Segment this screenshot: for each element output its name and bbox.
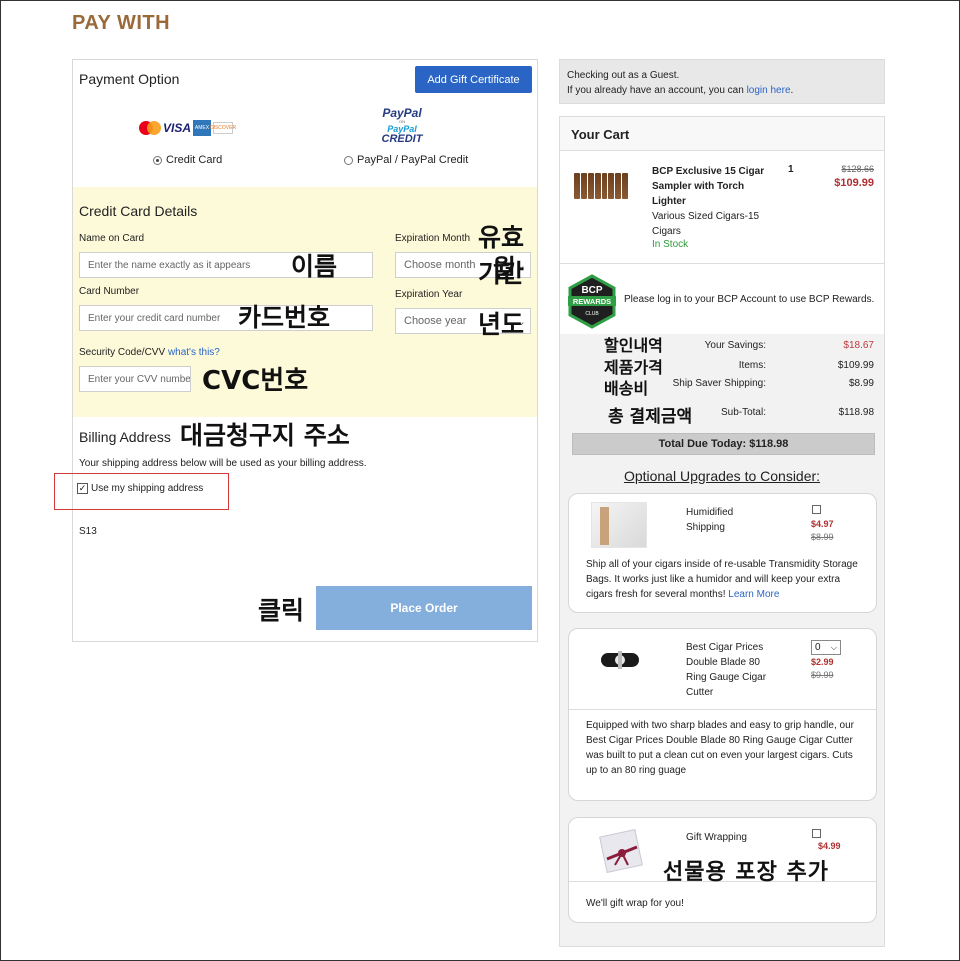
expiration-year-value: Choose year bbox=[404, 315, 467, 327]
bcp-rewards-badge-icon: BCP REWARDS CLUB bbox=[568, 274, 616, 329]
cvv-input[interactable]: Enter your CVV numbe bbox=[79, 366, 191, 392]
shipping-value: $8.99 bbox=[848, 378, 874, 389]
billing-address-note: Your shipping address below will be used… bbox=[79, 458, 367, 469]
upgrade-card-cigar-cutter: Best Cigar Prices Double Blade 80 Ring G… bbox=[568, 628, 877, 801]
cvv-label-text: Security Code/CVV bbox=[79, 347, 166, 358]
chevron-down-icon: ⌵ bbox=[830, 642, 837, 652]
mastercard-icon bbox=[139, 121, 161, 135]
upgrade-description: Equipped with two sharp blades and easy … bbox=[586, 720, 854, 776]
upgrade-price: $2.99 bbox=[811, 657, 834, 667]
add-gift-certificate-button[interactable]: Add Gift Certificate bbox=[415, 66, 532, 93]
cart-item-qty: 1 bbox=[788, 164, 794, 175]
payment-option-title: Payment Option bbox=[79, 71, 180, 87]
billing-address-title: Billing Address bbox=[79, 429, 171, 445]
upgrade-checkbox[interactable] bbox=[812, 505, 821, 514]
cart-item-subtitle: Various Sized Cigars-15 Cigars bbox=[652, 211, 760, 237]
total-due-bar: Total Due Today: $118.98 bbox=[572, 433, 875, 455]
card-number-label: Card Number bbox=[79, 286, 140, 297]
highlight-box bbox=[54, 473, 229, 510]
upgrade-name: Humidified Shipping bbox=[686, 507, 734, 533]
upgrade-description: Ship all of your cigars inside of re-usa… bbox=[586, 559, 858, 600]
upgrade-card-humidified-shipping: Humidified Shipping $4.97 $8.99 Ship all… bbox=[568, 493, 877, 613]
annotation-year: 년도 bbox=[478, 310, 525, 339]
svg-text:REWARDS: REWARDS bbox=[573, 297, 611, 306]
payment-panel: Payment Option Add Gift Certificate VISA… bbox=[72, 59, 538, 642]
gift-box-image bbox=[599, 829, 643, 873]
annotation-billing-address: 대금청구지 주소 bbox=[180, 421, 350, 450]
credit-card-radio-label: Credit Card bbox=[166, 154, 223, 166]
card-logos: VISA AMEX DISCOVER bbox=[139, 120, 236, 136]
paypal-radio[interactable] bbox=[344, 155, 353, 165]
upgrade-description: We'll gift wrap for you! bbox=[586, 898, 684, 909]
upgrade-qty-value: 0 bbox=[815, 642, 821, 653]
whats-this-link[interactable]: what's this? bbox=[168, 347, 220, 358]
cigar-cutter-image bbox=[601, 651, 639, 669]
credit-card-radio[interactable] bbox=[153, 155, 162, 165]
discover-icon: DISCOVER bbox=[210, 122, 236, 134]
login-here-link[interactable]: login here bbox=[747, 85, 791, 96]
annotation-month: 월 bbox=[493, 254, 517, 283]
annotation-gift-wrap: 선물용 포장 추가 bbox=[663, 860, 829, 885]
items-value: $109.99 bbox=[837, 360, 874, 371]
upgrade-name: Best Cigar Prices Double Blade 80 Ring G… bbox=[686, 642, 767, 698]
savings-value: $18.67 bbox=[843, 340, 874, 351]
cart-item-price: $109.99 bbox=[834, 177, 874, 189]
paypal-logo-icon: PayPal ON PayPal CREDIT bbox=[381, 106, 423, 145]
shipping-address-text: S13 bbox=[79, 526, 97, 537]
expiration-year-label: Expiration Year bbox=[395, 289, 463, 300]
paypal-radio-label: PayPal / PayPal Credit bbox=[357, 154, 469, 166]
upgrade-old-price: $8.99 bbox=[811, 532, 834, 542]
annotation-shipping: 배송비 bbox=[604, 379, 649, 398]
paypal-radio-option[interactable]: PayPal / PayPal Credit bbox=[344, 154, 468, 166]
upgrade-price: $4.97 bbox=[811, 519, 834, 529]
expiration-month-label: Expiration Month bbox=[395, 233, 471, 244]
annotation-total: 총 결제금액 bbox=[608, 407, 693, 427]
expiration-month-value: Choose month bbox=[404, 259, 476, 271]
cart-panel: Your Cart BCP Exclusive 15 Cigar Sampler… bbox=[559, 116, 885, 947]
upgrade-old-price: $9.99 bbox=[811, 670, 834, 680]
cart-item-stock: In Stock bbox=[652, 239, 689, 250]
annotation-cvc: CVC번호 bbox=[202, 366, 309, 396]
visa-icon: VISA bbox=[163, 121, 192, 135]
upgrade-card-gift-wrapping: Gift Wrapping $4.99 We'll gift wrap for … bbox=[568, 817, 877, 923]
cart-item-old-price: $128.66 bbox=[841, 164, 874, 174]
place-order-button[interactable]: Place Order bbox=[316, 586, 532, 630]
annotation-discount: 할인내역 bbox=[604, 336, 663, 355]
credit-card-details-section: Credit Card Details Name on Card Enter t… bbox=[73, 187, 537, 417]
rewards-section: BCP REWARDS CLUB Please log in to your B… bbox=[560, 264, 884, 334]
cigar-sampler-image bbox=[574, 173, 628, 199]
upgrade-price: $4.99 bbox=[818, 841, 841, 851]
name-on-card-label: Name on Card bbox=[79, 233, 145, 244]
cvv-label: Security Code/CVV what's this? bbox=[79, 347, 220, 358]
guest-line-2: If you already have an account, you can … bbox=[567, 85, 794, 96]
credit-card-details-title: Credit Card Details bbox=[79, 203, 198, 219]
svg-text:CLUB: CLUB bbox=[585, 311, 599, 317]
optional-upgrades-title: Optional Upgrades to Consider: bbox=[623, 468, 821, 484]
cart-item: BCP Exclusive 15 Cigar Sampler with Torc… bbox=[560, 151, 884, 264]
annotation-card-number: 카드번호 bbox=[238, 303, 331, 332]
annotation-click: 클릭 bbox=[258, 596, 305, 625]
cart-item-name[interactable]: BCP Exclusive 15 Cigar Sampler with Torc… bbox=[652, 164, 777, 209]
subtotal-value: $118.98 bbox=[838, 407, 874, 418]
divider bbox=[569, 709, 876, 710]
storage-bag-image bbox=[591, 502, 647, 548]
cart-title: Your Cart bbox=[560, 117, 884, 151]
guest-line-1: Checking out as a Guest. bbox=[567, 70, 680, 81]
page-title: PAY WITH bbox=[72, 12, 171, 34]
learn-more-link[interactable]: Learn More bbox=[728, 589, 779, 600]
upgrade-checkbox[interactable] bbox=[812, 829, 821, 838]
svg-text:BCP: BCP bbox=[581, 285, 602, 296]
credit-card-radio-option[interactable]: Credit Card bbox=[153, 154, 222, 166]
upgrade-name: Gift Wrapping bbox=[686, 832, 747, 843]
amex-icon: AMEX bbox=[193, 120, 212, 136]
rewards-login-text: Please log in to your BCP Account to use… bbox=[624, 294, 875, 305]
guest-checkout-notice: Checking out as a Guest. If you already … bbox=[559, 59, 885, 104]
upgrade-qty-select[interactable]: 0 ⌵ bbox=[811, 640, 841, 655]
annotation-name: 이름 bbox=[291, 252, 338, 281]
